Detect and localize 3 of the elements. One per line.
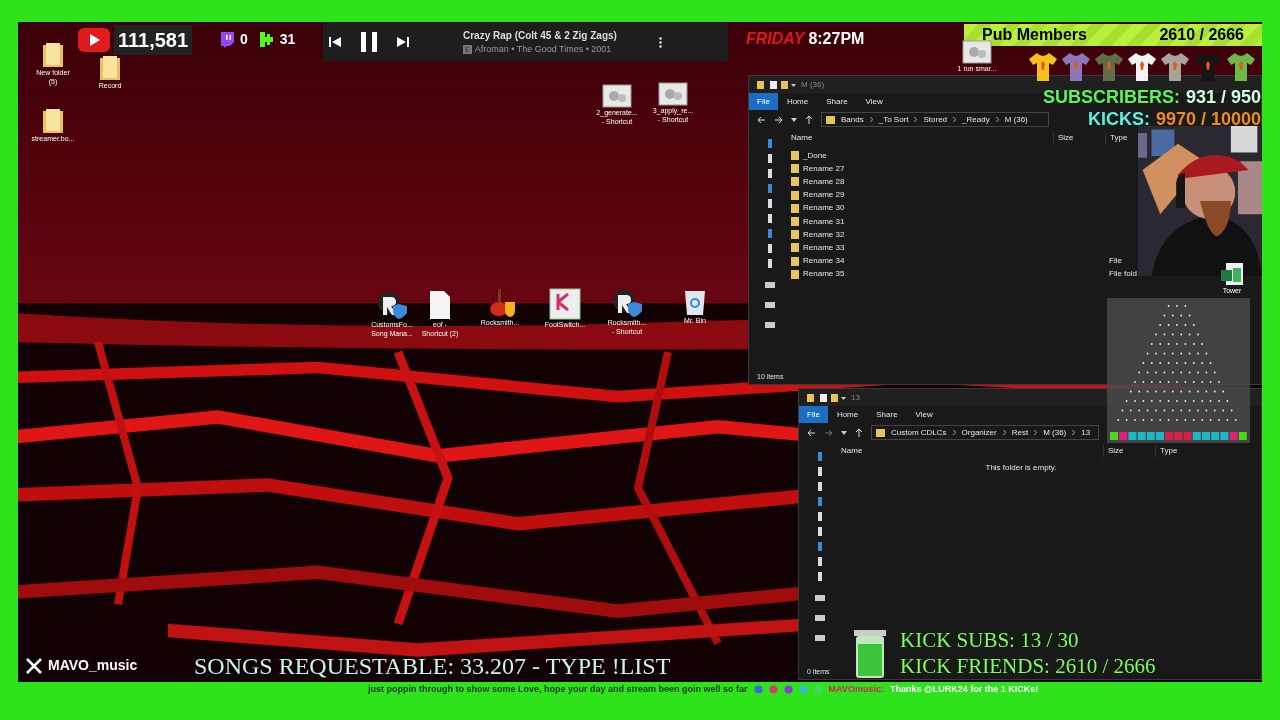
thanks-message: Thanks @LURK24 for the 1 KICKs! (889, 683, 1039, 696)
ticker-user: MAVOmusic: (828, 683, 884, 696)
ticker-message: just poppin through to show some Love, hope your day and stream been goin well so far (368, 683, 748, 696)
